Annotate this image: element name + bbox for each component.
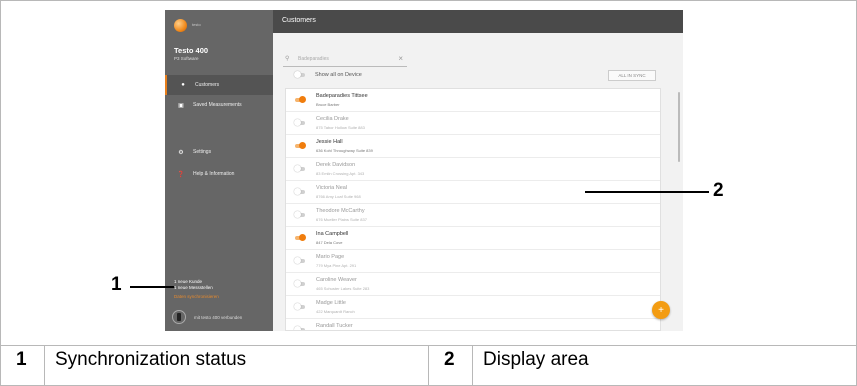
device-icon — [172, 310, 186, 324]
callout-1-line — [130, 286, 174, 288]
product-name: Testo 400 — [174, 46, 209, 55]
list-item[interactable]: Theodore McCarthy 676 Mueller Plains Suit… — [286, 204, 660, 227]
legend-number-1: 1 — [16, 349, 27, 370]
customer-name: Victoria Neal — [316, 185, 348, 191]
customer-address: 8766 Amy Loaf Suite 968 — [316, 194, 361, 199]
legend-divider — [472, 346, 473, 386]
customer-name: Randall Tucker — [316, 323, 353, 329]
app-screenshot: testo Testo 400 P3 Software ● Customers … — [165, 10, 683, 331]
callout-2-line — [585, 191, 709, 193]
sync-toggle[interactable] — [294, 165, 306, 172]
help-icon: ❓ — [177, 171, 185, 178]
customer-address: 779 Mya Pine Apt. 291 — [316, 263, 357, 268]
product-subtitle: P3 Software — [174, 56, 199, 61]
sync-status-line2: 1 neue Messstellen — [174, 285, 213, 290]
list-item[interactable]: Badeparadies Tittsee Bruce Barber — [286, 89, 660, 112]
sync-toggle[interactable] — [294, 280, 306, 287]
all-in-sync-button[interactable]: ALL IN SYNC — [608, 70, 656, 81]
customer-name: Badeparadies Tittsee — [316, 93, 368, 99]
show-all-label: Show all on Device — [315, 72, 362, 78]
search-input[interactable]: ⚲ Badeparadies × — [283, 53, 407, 67]
customer-address: 636 Kohl Throughway Suite 839 — [316, 148, 373, 153]
sidebar-item-label: Customers — [195, 82, 220, 88]
sidebar-item-label: Help & Information — [193, 171, 235, 177]
list-item[interactable]: Jessie Hall 636 Kohl Throughway Suite 839 — [286, 135, 660, 158]
gear-icon: ⚙ — [178, 149, 184, 156]
list-item[interactable]: Caroline Weaver 465 Schuster Lakes Suite … — [286, 273, 660, 296]
legend-text-2: Display area — [483, 349, 589, 370]
sidebar-item-label: Saved Measurements — [193, 102, 242, 108]
list-item[interactable]: Derek Davidson 83 Emlin Crossing Apt. 343 — [286, 158, 660, 181]
customer-name: Madge Little — [316, 300, 346, 306]
sidebar-item-help[interactable]: ❓ Help & Information — [165, 164, 273, 184]
customer-name: Theodore McCarthy — [316, 208, 365, 214]
sidebar: testo Testo 400 P3 Software ● Customers … — [165, 10, 273, 331]
customer-name: Mario Page — [316, 254, 345, 260]
sync-link[interactable]: Daten synchronisieren — [174, 294, 219, 299]
customer-address: 465 Schuster Lakes Suite 283 — [316, 286, 370, 291]
save-icon: ▣ — [178, 102, 184, 109]
sync-toggle[interactable] — [294, 142, 306, 149]
sidebar-item-label: Settings — [193, 149, 212, 155]
customer-address: 875 Tabor Hollow Suite 883 — [316, 125, 365, 130]
sync-toggle[interactable] — [294, 257, 306, 264]
customer-name: Ina Campbell — [316, 231, 349, 237]
callout-1-number: 1 — [111, 274, 122, 295]
customer-address: 83 Emlin Crossing Apt. 343 — [316, 171, 365, 176]
sync-toggle[interactable] — [294, 303, 306, 310]
sync-toggle[interactable] — [294, 234, 306, 241]
logo-text: testo — [192, 22, 201, 27]
search-value: Badeparadies — [298, 56, 329, 62]
customer-name: Derek Davidson — [316, 162, 356, 168]
add-button[interactable]: + — [652, 301, 670, 319]
testo-logo — [174, 19, 187, 32]
customer-address: 422 Marquardt Ranch — [316, 309, 355, 314]
sync-toggle[interactable] — [294, 188, 306, 195]
callout-2-number: 2 — [713, 180, 724, 201]
scrollbar[interactable] — [678, 92, 680, 162]
customer-address: 847 Dela Cove — [316, 240, 343, 245]
customer-address: 676 Mueller Plains Suite 837 — [316, 217, 367, 222]
sync-toggle[interactable] — [294, 96, 306, 103]
legend-number-2: 2 — [444, 349, 455, 370]
customer-name: Cecilia Drake — [316, 116, 349, 122]
device-label: mit testo 400 verbunden — [194, 315, 243, 320]
page-title: Customers — [282, 17, 316, 24]
sync-toggle[interactable] — [294, 119, 306, 126]
customer-list: Badeparadies Tittsee Bruce Barber Cecilia … — [285, 88, 661, 331]
customer-name: Jessie Hall — [316, 139, 343, 145]
search-icon: ⚲ — [285, 56, 290, 62]
legend-divider — [44, 346, 45, 386]
customer-name: Caroline Weaver — [316, 277, 357, 283]
sync-toggle[interactable] — [294, 326, 306, 330]
sidebar-item-customers[interactable]: ● Customers — [165, 75, 273, 95]
list-item[interactable]: Madge Little 422 Marquardt Ranch — [286, 296, 660, 319]
top-bar: Customers — [273, 10, 683, 33]
show-all-toggle[interactable] — [294, 71, 306, 78]
sidebar-item-saved-measurements[interactable]: ▣ Saved Measurements — [165, 95, 273, 115]
sync-status-line1: 1 neue Kunde — [174, 279, 203, 284]
legend-divider — [428, 346, 429, 386]
clear-icon[interactable]: × — [398, 54, 403, 63]
sidebar-item-settings[interactable]: ⚙ Settings — [165, 142, 273, 162]
list-item[interactable]: Ina Campbell 847 Dela Cove — [286, 227, 660, 250]
legend-text-1: Synchronization status — [55, 349, 247, 370]
list-item[interactable]: Mario Page 779 Mya Pine Apt. 291 — [286, 250, 660, 273]
list-item[interactable]: Cecilia Drake 875 Tabor Hollow Suite 883 — [286, 112, 660, 135]
person-icon: ● — [181, 82, 185, 88]
customer-address: Bruce Barber — [316, 102, 340, 107]
sync-toggle[interactable] — [294, 211, 306, 218]
list-item[interactable]: Randall Tucker7780 Sawler Station — [286, 319, 660, 330]
